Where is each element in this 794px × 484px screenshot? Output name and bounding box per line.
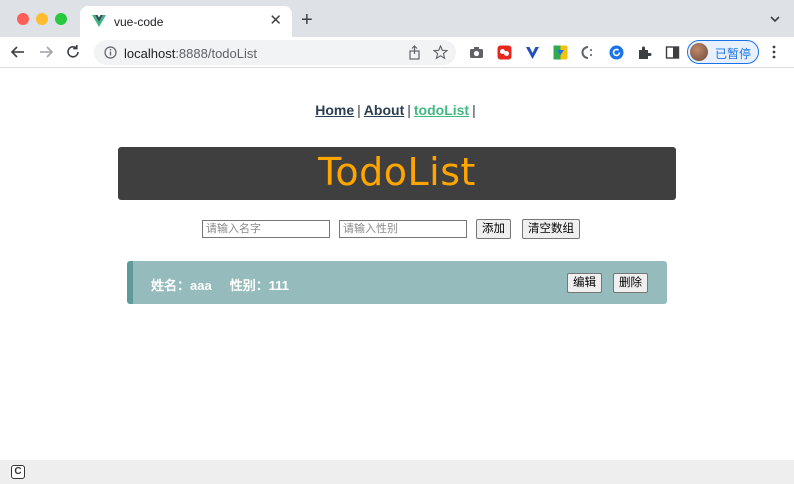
- more-menu-icon[interactable]: [772, 45, 776, 59]
- vue-devtools-icon[interactable]: [525, 45, 540, 60]
- todo-item-text: 姓名：aaa 性别：111: [151, 275, 289, 294]
- tab-title: vue-code: [114, 15, 164, 29]
- download-extension-icon[interactable]: [553, 45, 568, 60]
- reload-icon[interactable]: [64, 43, 82, 61]
- todo-name: 姓名：aaa: [151, 278, 212, 293]
- url-text: localhost:8888/todoList: [124, 46, 257, 61]
- new-tab-icon[interactable]: +: [301, 9, 313, 31]
- gender-input[interactable]: [339, 220, 467, 238]
- avatar: [690, 43, 708, 61]
- close-window-button[interactable]: [17, 13, 29, 25]
- side-panel-icon[interactable]: [665, 45, 680, 60]
- info-icon[interactable]: [104, 46, 117, 59]
- nav-link-about[interactable]: About: [364, 102, 404, 118]
- add-button[interactable]: 添加: [476, 219, 511, 239]
- todo-gender: 性别：111: [229, 278, 289, 293]
- share-icon[interactable]: [407, 45, 422, 60]
- browser-tab-strip: vue-code ✕ +: [0, 0, 794, 37]
- puzzle-extensions-icon[interactable]: [637, 45, 652, 60]
- vue-logo-icon: [92, 15, 106, 27]
- page-title: TodoList: [318, 150, 476, 194]
- refresh-extension-icon[interactable]: [609, 45, 624, 60]
- browser-toolbar: localhost:8888/todoList 已暂停: [0, 37, 794, 68]
- code-extension-icon[interactable]: [581, 45, 596, 60]
- router-nav: Home | About | todoList |: [0, 102, 794, 118]
- url-path: :8888/todoList: [175, 46, 257, 61]
- minimize-window-button[interactable]: [36, 13, 48, 25]
- nav-link-home[interactable]: Home: [315, 102, 354, 118]
- nav-link-todolist[interactable]: todoList: [414, 102, 469, 118]
- list-item: 姓名：aaa 性别：111 编辑 删除: [127, 261, 667, 304]
- nav-separator: |: [357, 102, 361, 118]
- edit-button[interactable]: 编辑: [567, 273, 602, 293]
- c-extension-icon[interactable]: C: [11, 465, 25, 479]
- add-todo-form: 添加 清空数组: [0, 218, 794, 240]
- address-bar[interactable]: localhost:8888/todoList: [94, 40, 456, 65]
- forward-arrow-icon[interactable]: [37, 43, 55, 61]
- page-content: Home|About|todoList| TodoList 添加 清空数组 姓名…: [0, 68, 794, 460]
- profile-status-label: 已暂停: [715, 47, 752, 61]
- delete-button[interactable]: 删除: [613, 273, 648, 293]
- name-input[interactable]: [202, 220, 330, 238]
- profile-button[interactable]: 已暂停: [687, 40, 759, 64]
- url-host: localhost: [124, 46, 176, 61]
- maximize-window-button[interactable]: [55, 13, 67, 25]
- clear-array-button[interactable]: 清空数组: [522, 219, 580, 239]
- chevron-down-icon[interactable]: [769, 13, 781, 25]
- bookmark-star-icon[interactable]: [433, 45, 448, 60]
- back-arrow-icon[interactable]: [9, 43, 27, 61]
- nav-separator: |: [472, 102, 476, 118]
- close-tab-icon[interactable]: ✕: [269, 12, 282, 30]
- nav-separator: |: [407, 102, 411, 118]
- red-extension-icon[interactable]: [497, 45, 512, 60]
- bottom-status-bar: C: [0, 460, 794, 484]
- browser-tab[interactable]: vue-code ✕: [80, 6, 292, 37]
- camera-icon[interactable]: [469, 45, 484, 60]
- title-banner: TodoList: [118, 147, 676, 200]
